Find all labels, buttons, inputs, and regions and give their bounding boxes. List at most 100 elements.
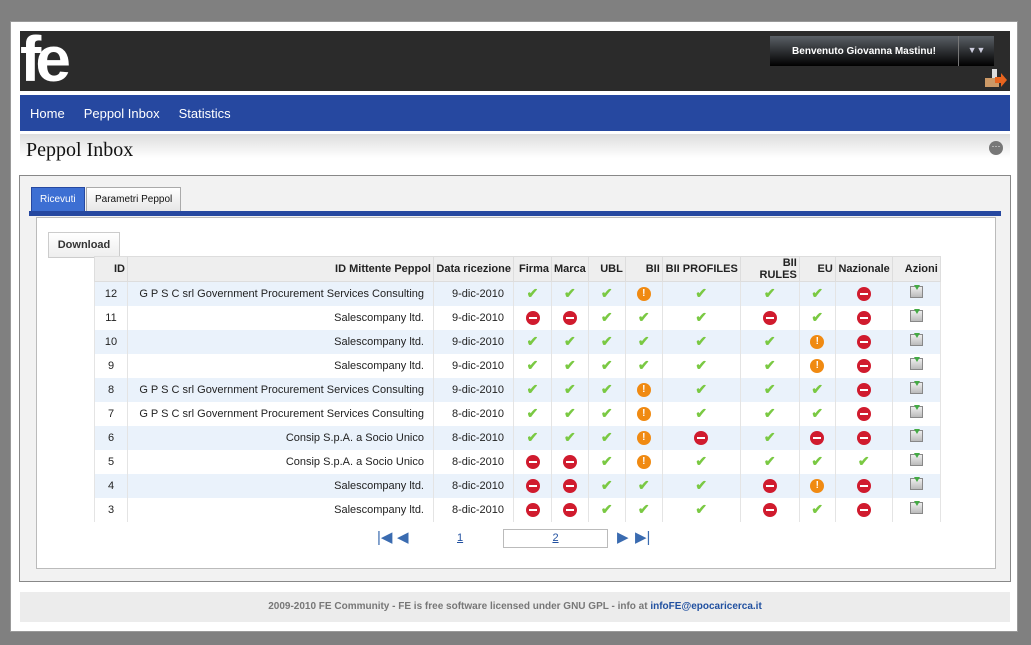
status-cell: ✔	[798, 305, 836, 330]
check-icon: ✔	[526, 285, 539, 302]
status-cell	[551, 449, 589, 474]
warning-icon: !	[636, 454, 651, 469]
status-cell	[513, 449, 552, 474]
page: fe Benvenuto Giovanna Mastinu! ▼▼ Home P…	[10, 21, 1018, 632]
tab-parametri-peppol[interactable]: Parametri Peppol	[86, 187, 182, 211]
check-icon: ✔	[763, 333, 776, 349]
status-cell: ✔	[587, 401, 626, 426]
check-icon: ✔	[564, 429, 576, 445]
check-icon: ✔	[637, 501, 650, 517]
status-cell: ✔	[551, 329, 589, 354]
download-icon[interactable]	[909, 357, 923, 370]
check-icon: ✔	[637, 477, 650, 493]
warning-icon: !	[636, 382, 651, 397]
status-cell: ✔	[587, 353, 626, 378]
status-cell: ✔	[587, 425, 626, 450]
check-icon: ✔	[857, 453, 870, 469]
download-icon[interactable]	[909, 501, 923, 514]
chevron-down-icon[interactable]: ▼▼	[958, 36, 994, 66]
next-page-icon[interactable]: ▶	[617, 530, 629, 545]
warning-icon: !	[636, 286, 651, 301]
download-icon[interactable]	[909, 381, 923, 394]
main-nav: Home Peppol Inbox Statistics	[20, 95, 1010, 131]
status-cell: ✔	[624, 329, 663, 354]
status-cell: !	[798, 353, 836, 378]
first-page-icon[interactable]: |◀	[377, 530, 392, 545]
status-cell: ✔	[739, 449, 800, 474]
download-icon[interactable]	[909, 309, 923, 322]
download-icon[interactable]	[909, 333, 923, 346]
inbox-table: ID ID Mittente Peppol Data ricezione Firma M…	[94, 256, 941, 522]
status-cell	[834, 401, 893, 426]
status-cell: ✔	[587, 377, 626, 402]
status-cell	[834, 377, 893, 402]
warning-icon: !	[810, 334, 825, 349]
more-options-icon[interactable]: ···	[989, 141, 1003, 155]
table-row: 3 Salescompany ltd. 8-dic-2010 ✔ ✔ ✔ ✔	[94, 497, 941, 522]
logout-icon[interactable]	[983, 69, 1007, 89]
check-icon: ✔	[564, 357, 576, 373]
table-row: 9 Salescompany ltd. 9-dic-2010 ✔ ✔ ✔ ✔ ✔ ✔!	[94, 353, 941, 378]
page-link-1[interactable]: 1	[457, 532, 463, 544]
status-cell: ✔	[798, 401, 836, 426]
download-icon[interactable]	[909, 285, 923, 299]
sender-cell: Consip S.p.A. a Socio Unico	[127, 425, 434, 450]
actions-cell	[891, 497, 941, 522]
download-button[interactable]: Download	[48, 232, 120, 258]
table-row: 12 G P S C srl Government Procurement Ser…	[94, 281, 941, 306]
status-cell: ✔	[739, 353, 800, 378]
id-cell: 8	[94, 377, 128, 402]
status-cell: ✔	[551, 401, 589, 426]
status-cell: ✔	[834, 449, 893, 474]
last-page-icon[interactable]: ▶|	[635, 530, 650, 545]
download-icon[interactable]	[909, 405, 923, 418]
status-cell: ✔	[798, 377, 836, 402]
status-cell: ✔	[513, 377, 552, 402]
id-cell: 4	[94, 473, 128, 498]
nav-peppol-inbox[interactable]: Peppol Inbox	[84, 106, 160, 121]
warning-icon: !	[810, 478, 825, 493]
error-icon	[856, 406, 871, 421]
status-cell: ✔	[739, 329, 800, 354]
check-icon: ✔	[695, 501, 708, 517]
status-cell	[834, 353, 893, 378]
download-icon[interactable]	[909, 477, 923, 490]
download-icon[interactable]	[909, 429, 923, 442]
id-cell: 12	[94, 281, 128, 306]
error-icon	[562, 454, 577, 469]
check-icon: ✔	[811, 285, 824, 302]
download-icon[interactable]	[909, 453, 923, 466]
table-row: 8G P S C srl Government Procurement Serv…	[94, 377, 941, 402]
check-icon: ✔	[811, 453, 824, 469]
status-cell: ✔	[587, 449, 626, 474]
nav-statistics[interactable]: Statistics	[179, 106, 231, 121]
nav-home[interactable]: Home	[30, 106, 65, 121]
status-cell: ✔	[739, 425, 800, 450]
table-row: 11 Salescompany ltd. 9-dic-2010 ✔ ✔ ✔ ✔	[94, 305, 941, 330]
status-cell: ✔	[624, 473, 663, 498]
error-icon	[525, 502, 540, 517]
check-icon: ✔	[600, 405, 613, 421]
page-link-2-current[interactable]: 2	[503, 529, 608, 548]
column-header: Firma	[513, 256, 552, 282]
status-cell: ✔	[587, 281, 626, 306]
footer-email-link[interactable]: infoFE@epocaricerca.it	[650, 601, 761, 612]
warning-icon: !	[636, 406, 651, 421]
status-cell: ✔	[661, 377, 741, 402]
status-cell	[739, 497, 800, 522]
welcome-button[interactable]: Benvenuto Giovanna Mastinu!	[770, 36, 958, 66]
check-icon: ✔	[600, 309, 613, 325]
check-icon: ✔	[695, 285, 708, 302]
status-cell: ✔	[513, 281, 552, 306]
status-cell	[834, 425, 893, 450]
check-icon: ✔	[600, 381, 613, 397]
prev-page-icon[interactable]: ◀	[397, 530, 409, 545]
date-cell: 8-dic-2010	[433, 401, 514, 426]
check-icon: ✔	[600, 285, 613, 302]
tab-ricevuti[interactable]: Ricevuti	[31, 187, 85, 211]
error-icon	[856, 382, 871, 397]
date-cell: 9-dic-2010	[433, 305, 514, 330]
warning-icon: !	[810, 358, 825, 373]
actions-cell	[891, 425, 941, 450]
column-header: UBL	[587, 256, 626, 282]
